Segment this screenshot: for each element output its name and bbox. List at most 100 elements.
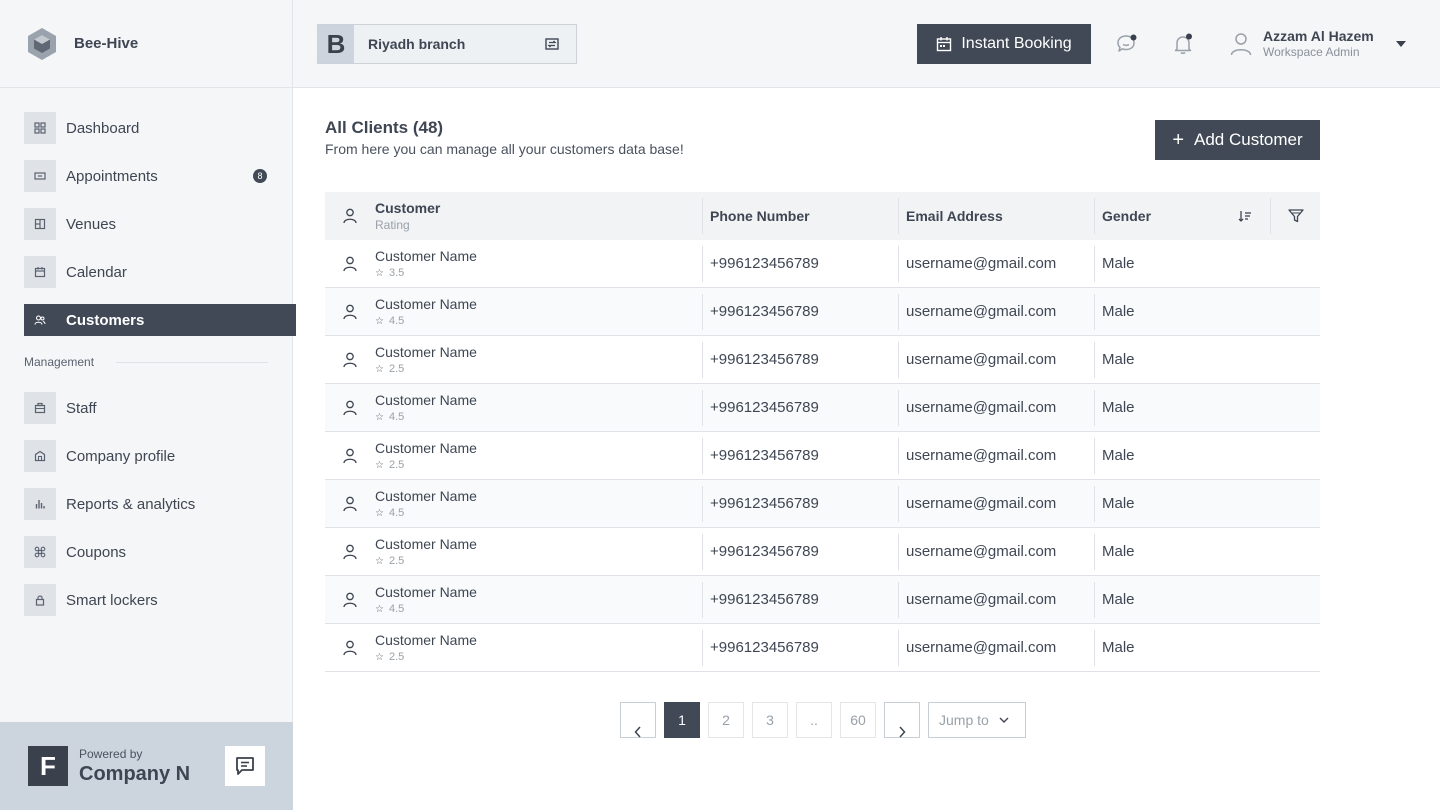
customer-cell: Customer Name ☆ 4.5 xyxy=(375,392,702,423)
powered-by: Powered by Company N xyxy=(79,747,190,786)
phone-cell: +996123456789 xyxy=(702,293,898,330)
jump-to-select[interactable]: Jump to xyxy=(928,702,1026,738)
phone-value: +996123456789 xyxy=(710,447,819,464)
sidebar-item-label: Coupons xyxy=(66,543,127,561)
rating-value: 4.5 xyxy=(388,315,405,327)
sidebar-item-smart-lockers[interactable]: Smart lockers xyxy=(24,584,296,616)
bell-icon[interactable] xyxy=(1171,32,1195,56)
filter-icon xyxy=(1287,209,1304,223)
phone-value: +996123456789 xyxy=(710,543,819,560)
rating-value: 4.5 xyxy=(388,411,405,423)
email-value: username@gmail.com xyxy=(906,639,1057,656)
email-cell: username@gmail.com xyxy=(898,485,1094,522)
chevron-left-icon xyxy=(634,726,641,738)
sidebar-item-label: Customers xyxy=(66,311,145,329)
user-icon xyxy=(343,208,357,224)
chevron-down-icon xyxy=(999,717,1009,723)
gender-cell: Male xyxy=(1094,581,1270,618)
header-phone[interactable]: Phone Number xyxy=(702,198,898,234)
header-email[interactable]: Email Address xyxy=(898,198,1094,234)
page-ellipsis: .. xyxy=(796,702,832,738)
rating-value: 2.5 xyxy=(388,651,405,663)
table-row[interactable]: Customer Name ☆ 4.5 +996123456789 username@g… xyxy=(325,480,1320,528)
page-2-button[interactable]: 2 xyxy=(708,702,744,738)
sidebar-item-appointments[interactable]: Appointments 8 xyxy=(24,160,296,192)
sidebar-item-dashboard[interactable]: Dashboard xyxy=(24,112,296,144)
page-60-button[interactable]: 60 xyxy=(840,702,876,738)
phone-cell: +996123456789 xyxy=(702,533,898,570)
user-icon xyxy=(343,400,357,415)
add-customer-label: Add Customer xyxy=(1194,130,1303,149)
gender-value: Male xyxy=(1102,447,1135,464)
prev-page-button[interactable] xyxy=(620,702,656,738)
gender-cell: Male xyxy=(1094,245,1270,282)
chat-button[interactable] xyxy=(225,746,265,786)
table-row[interactable]: Customer Name ☆ 4.5 +996123456789 username@g… xyxy=(325,576,1320,624)
phone-cell: +996123456789 xyxy=(702,581,898,618)
phone-value: +996123456789 xyxy=(710,255,819,272)
sidebar-item-label: Reports & analytics xyxy=(66,495,196,513)
message-icon xyxy=(236,757,254,775)
table-header: Customer Rating Phone Number Email Addre… xyxy=(325,192,1320,240)
table-row[interactable]: Customer Name ☆ 3.5 +996123456789 username@g… xyxy=(325,240,1320,288)
user-menu[interactable]: Azzam Al Hazem Workspace Admin xyxy=(1229,28,1406,59)
sidebar-item-label: Venues xyxy=(66,215,117,233)
gender-value: Male xyxy=(1102,351,1135,368)
customer-cell: Customer Name ☆ 2.5 xyxy=(375,440,702,471)
sidebar-item-coupons[interactable]: Coupons xyxy=(24,536,296,568)
section-divider xyxy=(116,361,268,363)
sidebar-item-staff[interactable]: Staff xyxy=(24,392,296,424)
sidebar-item-company-profile[interactable]: Company profile xyxy=(24,440,296,472)
messages-icon[interactable] xyxy=(1115,32,1139,56)
sidebar-item-label: Appointments xyxy=(66,167,158,185)
table-row[interactable]: Customer Name ☆ 2.5 +996123456789 username@g… xyxy=(325,336,1320,384)
header-filter[interactable] xyxy=(1270,198,1320,234)
page-1-button[interactable]: 1 xyxy=(664,702,700,738)
header-gender-label: Gender xyxy=(1102,208,1152,224)
customer-name: Customer Name xyxy=(375,296,477,312)
header-email-label: Email Address xyxy=(906,208,1003,224)
header-phone-label: Phone Number xyxy=(710,208,810,224)
next-page-button[interactable] xyxy=(884,702,920,738)
customer-name: Customer Name xyxy=(375,392,477,408)
gender-value: Male xyxy=(1102,495,1135,512)
user-role: Workspace Admin xyxy=(1263,45,1360,59)
page-3-button[interactable]: 3 xyxy=(752,702,788,738)
sidebar-item-customers[interactable]: Customers xyxy=(24,304,296,336)
phone-cell: +996123456789 xyxy=(702,341,898,378)
sidebar-item-venues[interactable]: Venues xyxy=(24,208,296,240)
phone-cell: +996123456789 xyxy=(702,437,898,474)
customer-rating: ☆ 4.5 xyxy=(375,603,702,615)
sidebar-item-label: Dashboard xyxy=(66,119,140,137)
header-gender[interactable]: Gender xyxy=(1094,198,1270,234)
table-row[interactable]: Customer Name ☆ 2.5 +996123456789 username@g… xyxy=(325,624,1320,672)
instant-booking-button[interactable]: Instant Booking xyxy=(917,24,1091,64)
header-customer[interactable]: Customer Rating xyxy=(375,200,702,232)
sidebar-item-calendar[interactable]: Calendar xyxy=(24,256,296,288)
table-row[interactable]: Customer Name ☆ 4.5 +996123456789 username@g… xyxy=(325,288,1320,336)
building-icon xyxy=(24,440,56,472)
customer-rating: ☆ 2.5 xyxy=(375,363,702,375)
sidebar-item-reports[interactable]: Reports & analytics xyxy=(24,488,296,520)
branch-selector[interactable]: B Riyadh branch xyxy=(317,24,577,64)
star-icon: ☆ xyxy=(375,603,384,615)
row-user-icon-cell xyxy=(325,544,375,560)
sort-icon[interactable] xyxy=(1238,209,1252,223)
user-avatar-icon xyxy=(1230,32,1252,55)
customer-rating: ☆ 2.5 xyxy=(375,555,702,567)
calendar-icon xyxy=(24,256,56,288)
user-icon xyxy=(343,304,357,319)
table-row[interactable]: Customer Name ☆ 2.5 +996123456789 username@g… xyxy=(325,528,1320,576)
add-customer-button[interactable]: + Add Customer xyxy=(1155,120,1320,160)
plus-icon: + xyxy=(1172,128,1184,151)
users-icon xyxy=(24,304,56,336)
topbar: B Riyadh branch Instant Booking Azzam Al… xyxy=(293,0,1440,88)
email-cell: username@gmail.com xyxy=(898,629,1094,666)
star-icon: ☆ xyxy=(375,459,384,471)
table-row[interactable]: Customer Name ☆ 4.5 +996123456789 username@g… xyxy=(325,384,1320,432)
company-name: Company N xyxy=(79,762,191,785)
gender-cell: Male xyxy=(1094,293,1270,330)
table-row[interactable]: Customer Name ☆ 2.5 +996123456789 username@g… xyxy=(325,432,1320,480)
customer-rating: ☆ 4.5 xyxy=(375,411,702,423)
ticket-icon xyxy=(24,160,56,192)
